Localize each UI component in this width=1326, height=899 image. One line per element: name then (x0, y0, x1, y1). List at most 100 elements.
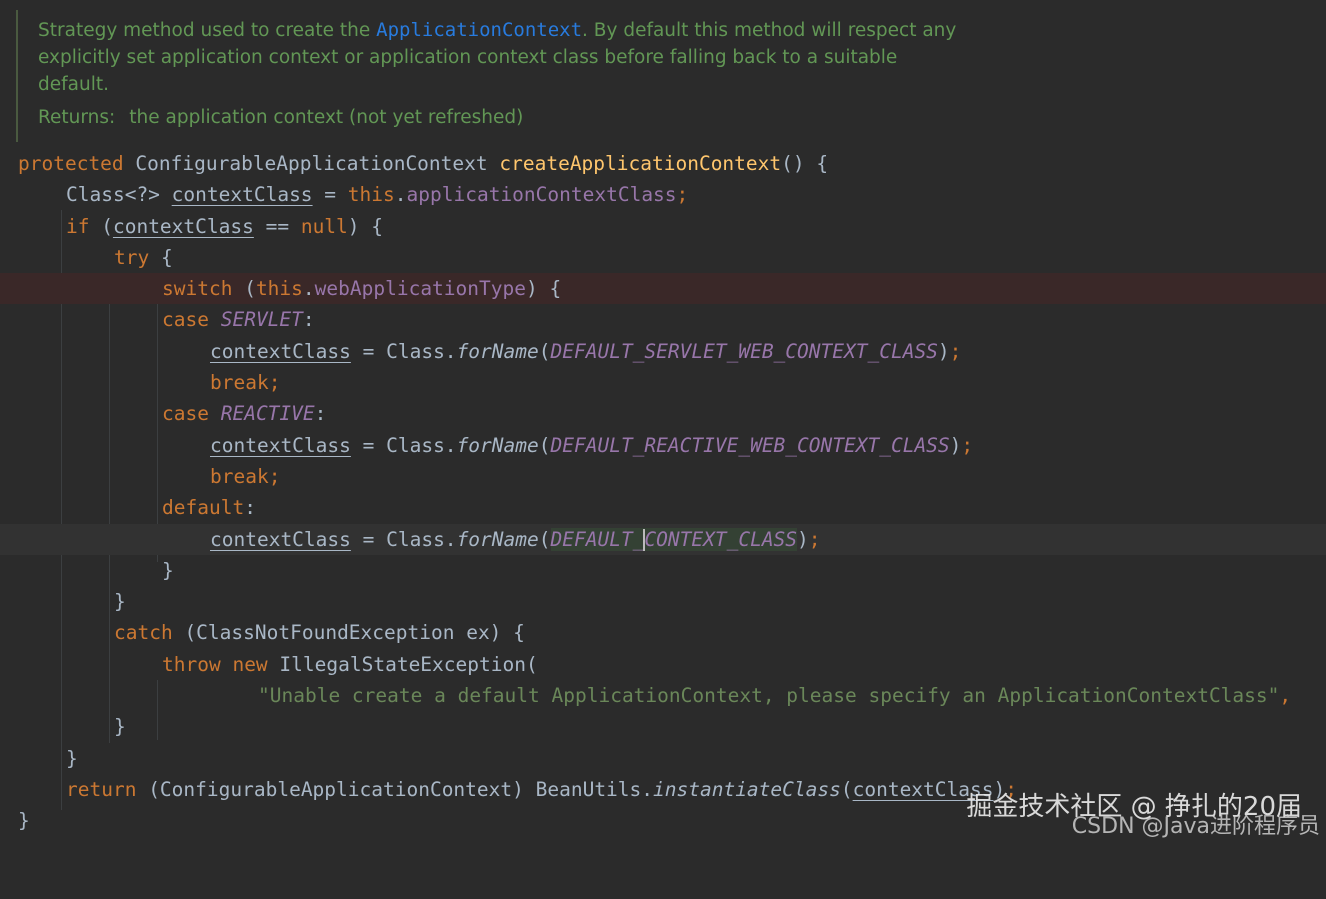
code-line-6[interactable]: case SERVLET: (0, 304, 1326, 335)
code-line-1[interactable]: protected ConfigurableApplicationContext… (0, 148, 1326, 179)
code-line-2[interactable]: Class<?> contextClass = this.application… (0, 179, 1326, 210)
doc-text: default. (38, 74, 109, 95)
code-line-8[interactable]: break; (0, 367, 1326, 398)
type-name: Class<?> (66, 183, 172, 207)
punctuation: ; (808, 527, 821, 551)
keyword: break (210, 371, 269, 395)
code-line-15[interactable]: } (0, 586, 1326, 617)
punctuation: : (314, 402, 327, 426)
constant-name: REACTIVE (220, 402, 315, 426)
type-name: IllegalStateException( (267, 652, 538, 676)
punctuation: ) (949, 433, 962, 457)
code-line-14[interactable]: } (0, 555, 1326, 586)
keyword: this (255, 277, 303, 301)
punctuation: ( (840, 777, 853, 801)
punctuation: } (18, 809, 30, 833)
operator: = Class. (350, 433, 457, 457)
punctuation: } (162, 558, 174, 582)
type-name: (ClassNotFoundException ex) { (172, 621, 525, 645)
type-name: ConfigurableApplicationContext (135, 152, 488, 175)
code-line-13-current[interactable]: contextClass = Class.forName(DEFAULT_CON… (0, 523, 1326, 555)
doc-returns-tag: Returns: (38, 107, 116, 128)
operator: = Class. (350, 527, 457, 551)
method-name: createApplicationContext (499, 152, 782, 175)
code-line-17[interactable]: throw new IllegalStateException( (0, 649, 1326, 680)
doc-text: . By default this method will respect an… (582, 20, 957, 41)
static-method: instantiateClass (653, 777, 841, 801)
punctuation: ( (538, 339, 551, 363)
keyword: break (210, 464, 269, 488)
code-line-4[interactable]: try { (0, 242, 1326, 273)
variable-contextclass: contextClass (171, 183, 313, 207)
punctuation: ; (961, 433, 974, 457)
keyword: return (66, 777, 137, 801)
punctuation: { (149, 245, 173, 269)
keyword: default (162, 496, 245, 520)
punctuation: : (302, 308, 315, 332)
punctuation: ( (232, 277, 256, 301)
code-line-7[interactable]: contextClass = Class.forName(DEFAULT_SER… (0, 336, 1326, 367)
operator: = Class. (350, 339, 457, 363)
keyword: case (162, 308, 209, 332)
keyword: if (66, 214, 90, 238)
keyword: throw (162, 652, 221, 676)
keyword: catch (114, 621, 173, 645)
code-line-11[interactable]: break; (0, 461, 1326, 492)
punctuation: . (302, 277, 315, 301)
static-method: forName (456, 339, 539, 363)
code-line-5-highlighted[interactable]: switch (this.webApplicationType) { (0, 273, 1326, 305)
constant-name: CONTEXT_CLASS (644, 527, 798, 551)
doc-text: Strategy method used to create the (38, 20, 377, 41)
doc-text: explicitly set application context or ap… (38, 47, 898, 68)
punctuation: ( (538, 433, 551, 457)
punctuation: } (114, 590, 126, 614)
doc-returns-text: the application context (not yet refresh… (129, 107, 524, 128)
field-name: applicationContextClass (406, 183, 677, 207)
punctuation: ) (937, 339, 950, 363)
code-line-10[interactable]: contextClass = Class.forName(DEFAULT_REA… (0, 430, 1326, 461)
keyword: switch (162, 277, 233, 301)
static-method: forName (456, 433, 539, 457)
variable-contextclass: contextClass (210, 339, 351, 363)
operator: == (253, 214, 301, 238)
punctuation: } (66, 746, 78, 770)
string-literal: "Unable create a default ApplicationCont… (258, 684, 1280, 708)
constant-name: DEFAULT_SERVLET_WEB_CONTEXT_CLASS (550, 339, 938, 363)
doc-link-applicationcontext[interactable]: ApplicationContext (376, 19, 582, 41)
punctuation: ) (797, 527, 809, 551)
punctuation: ; (268, 371, 281, 395)
field-name: webApplicationType (314, 277, 526, 301)
javadoc-comment: Strategy method used to create the Appli… (16, 10, 978, 142)
code-line-16[interactable]: catch (ClassNotFoundException ex) { (0, 617, 1326, 648)
watermark-csdn: CSDN @Java进阶程序员 (1071, 814, 1320, 839)
constant-name: SERVLET (220, 308, 303, 332)
keyword: case (162, 402, 209, 426)
keyword: this (347, 183, 395, 207)
variable-contextclass: contextClass (112, 214, 254, 238)
punctuation: ) { (525, 277, 562, 301)
code-line-9[interactable]: case REACTIVE: (0, 398, 1326, 429)
variable-contextclass: contextClass (210, 527, 351, 551)
variable-contextclass: contextClass (210, 433, 351, 457)
punctuation: ; (676, 183, 689, 207)
constant-name: DEFAULT_REACTIVE_WEB_CONTEXT_CLASS (550, 433, 950, 457)
keyword: protected (18, 152, 124, 175)
punctuation: ) { (347, 214, 384, 238)
keyword: new (232, 652, 268, 676)
punctuation: . (394, 183, 407, 207)
code-line-3[interactable]: if (contextClass == null) { (0, 211, 1326, 242)
punctuation: () { (781, 152, 829, 175)
code-line-19[interactable]: } (0, 711, 1326, 742)
type-name: (ConfigurableApplicationContext) BeanUti… (136, 777, 654, 801)
code-line-20[interactable]: } (0, 743, 1326, 774)
punctuation: ( (89, 214, 113, 238)
punctuation: ( (538, 527, 551, 551)
operator: = (312, 183, 348, 207)
code-line-18[interactable]: "Unable create a default ApplicationCont… (0, 680, 1326, 711)
code-editor[interactable]: protected ConfigurableApplicationContext… (0, 148, 1326, 837)
keyword: try (114, 245, 150, 269)
code-line-12[interactable]: default: (0, 492, 1326, 523)
